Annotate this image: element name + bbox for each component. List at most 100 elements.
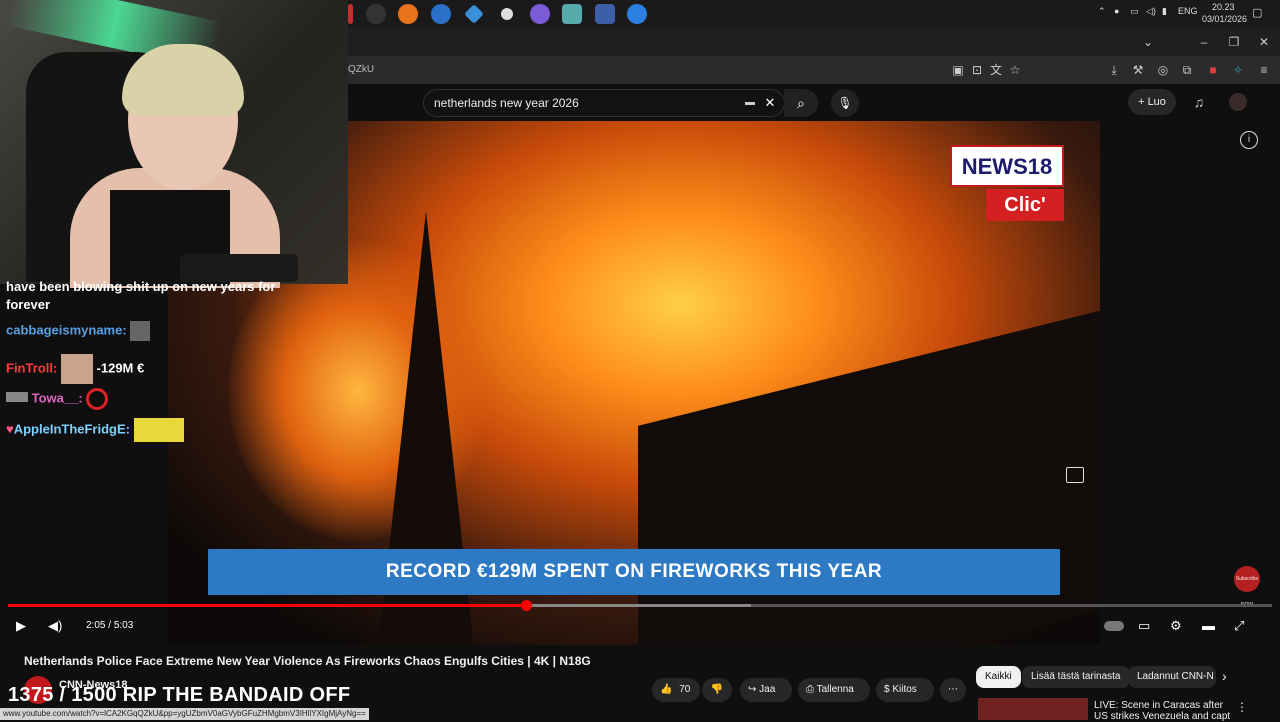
chat-text: -129M € bbox=[96, 360, 145, 376]
chat-user: Towa__: bbox=[31, 390, 83, 406]
chat-emote bbox=[133, 418, 184, 442]
minimize-icon[interactable]: – bbox=[1196, 34, 1212, 50]
progress-played bbox=[8, 604, 527, 607]
player-controls: ▶ ◀) 2:05 / 5:03 ▭ ⚙ ▬ ⤢ bbox=[0, 612, 1280, 642]
chip-more-story[interactable]: Lisää tästä tarinasta bbox=[1022, 666, 1130, 688]
download-icon[interactable]: ⤓ bbox=[1106, 62, 1122, 78]
extension-red-icon[interactable]: ■ bbox=[1205, 62, 1221, 78]
more-actions-icon[interactable]: ⋯ bbox=[940, 678, 966, 702]
chip-all[interactable]: Kaikki bbox=[976, 666, 1021, 688]
search-input[interactable]: netherlands new year 2026 ▬ ✕ bbox=[423, 89, 785, 117]
like-button[interactable]: 👍 70 bbox=[652, 678, 700, 702]
app-icon[interactable] bbox=[348, 4, 353, 24]
firefox-active-icon[interactable] bbox=[627, 4, 647, 24]
extension-blue-icon[interactable]: ✧ bbox=[1230, 62, 1246, 78]
tools-icon[interactable]: ⚒ bbox=[1130, 62, 1146, 78]
progress-bar[interactable] bbox=[8, 600, 1272, 611]
settings-gear-icon[interactable]: ⚙ bbox=[1170, 618, 1182, 634]
chat-user: AppleInTheFridgE: bbox=[13, 421, 130, 437]
save-button[interactable]: ⎙ Tallenna bbox=[798, 678, 870, 702]
play-icon[interactable]: ▶ bbox=[16, 618, 26, 634]
shield-icon[interactable] bbox=[501, 8, 513, 20]
volume-icon[interactable]: ◀) bbox=[48, 618, 62, 634]
chat-emote bbox=[130, 321, 151, 341]
clock-time[interactable]: 20.23 bbox=[1212, 2, 1235, 12]
url-text[interactable]: QZkU bbox=[348, 64, 374, 75]
avatar[interactable] bbox=[1229, 93, 1247, 111]
chat-message-2: cabbageismyname: bbox=[6, 321, 151, 341]
streamer-webcam bbox=[0, 0, 348, 288]
info-icon[interactable]: i bbox=[1240, 131, 1258, 149]
chat-message-4: Towa__: bbox=[6, 388, 109, 410]
video-caption: RECORD €129M SPENT ON FIREWORKS THIS YEA… bbox=[208, 549, 1060, 595]
notification-icon[interactable]: ▢ bbox=[1252, 6, 1262, 19]
thumbs-down-icon: 👎 bbox=[710, 684, 724, 695]
picture-in-picture-icon[interactable]: ▣ bbox=[950, 62, 966, 78]
keyboard-icon[interactable]: ▬ bbox=[742, 95, 758, 111]
voice-search-button[interactable]: 🎙 bbox=[831, 89, 859, 117]
miniplayer-icon[interactable] bbox=[1066, 467, 1084, 483]
screenshot-icon[interactable]: ⊡ bbox=[969, 62, 985, 78]
dislike-button[interactable]: 👎 bbox=[702, 678, 732, 702]
clock-date[interactable]: 03/01/2026 bbox=[1202, 14, 1247, 24]
search-query[interactable]: netherlands new year 2026 bbox=[434, 96, 579, 110]
clear-search-icon[interactable]: ✕ bbox=[762, 95, 778, 111]
recommendation-thumbnail[interactable] bbox=[978, 698, 1088, 720]
save-icon: ⎙ bbox=[806, 684, 814, 695]
chrome-icon[interactable] bbox=[366, 4, 386, 24]
search-button[interactable]: ⌕ bbox=[784, 89, 818, 117]
time-current: 2:05 bbox=[86, 620, 106, 631]
chevron-up-icon[interactable]: ⌃ bbox=[1098, 6, 1106, 17]
chip-uploaded-by[interactable]: Ladannut CNN-N bbox=[1128, 666, 1216, 688]
chat-user: cabbageismyname: bbox=[6, 322, 127, 338]
share-icon: ↪ bbox=[748, 684, 757, 695]
discord-icon[interactable] bbox=[530, 4, 550, 24]
like-count: 70 bbox=[679, 684, 691, 695]
autoplay-toggle[interactable] bbox=[1104, 621, 1124, 631]
language-indicator[interactable]: ENG bbox=[1178, 6, 1198, 16]
monitor-icon[interactable] bbox=[595, 4, 615, 24]
close-window-icon[interactable]: ✕ bbox=[1256, 34, 1272, 50]
recommendation-menu-icon[interactable]: ⋮ bbox=[1236, 700, 1248, 714]
subscribe-watermark[interactable]: Subscribe NOW bbox=[1234, 566, 1260, 608]
bookmark-star-icon[interactable]: ☆ bbox=[1007, 62, 1023, 78]
restore-icon[interactable]: ❐ bbox=[1226, 34, 1242, 50]
subtitles-icon[interactable]: ▭ bbox=[1138, 618, 1150, 634]
thanks-button[interactable]: $ Kiitos bbox=[876, 678, 934, 702]
news18-logo-bottom: Clic' bbox=[986, 189, 1064, 221]
recommendation-title[interactable]: LIVE: Scene in Caracas after US strikes … bbox=[1094, 700, 1234, 722]
chips-next-chevron-icon[interactable]: › bbox=[1222, 668, 1227, 684]
browser-status-url: www.youtube.com/watch?v=lCA2KGqQZkU&pp=y… bbox=[0, 708, 369, 720]
save-label: Tallenna bbox=[816, 684, 854, 695]
ccleaner-icon[interactable] bbox=[431, 4, 451, 24]
thanks-icon: $ bbox=[884, 684, 890, 695]
heart-badge-icon: ♥ bbox=[6, 421, 14, 437]
chat-badges bbox=[6, 392, 28, 403]
tab-list-chevron-icon[interactable]: ⌄ bbox=[1140, 34, 1156, 50]
menu-icon[interactable]: ≡ bbox=[1256, 62, 1272, 78]
extensions-icon[interactable]: ⧉ bbox=[1179, 62, 1195, 78]
account-icon[interactable]: ◎ bbox=[1155, 62, 1171, 78]
diamond-icon[interactable] bbox=[464, 4, 484, 24]
chat-emote bbox=[86, 388, 109, 410]
firefox-icon[interactable] bbox=[398, 4, 418, 24]
create-button[interactable]: + Luo bbox=[1128, 89, 1176, 115]
notes-icon[interactable] bbox=[562, 4, 582, 24]
thumbs-up-icon: 👍 bbox=[660, 684, 673, 695]
microphone-icon[interactable]: ● bbox=[1114, 6, 1119, 16]
translate-icon[interactable]: 文 bbox=[988, 62, 1004, 78]
time-total: 5:03 bbox=[113, 620, 134, 631]
theater-mode-icon[interactable]: ▬ bbox=[1202, 618, 1215, 633]
time-separator: / bbox=[108, 620, 112, 631]
chat-message-3: FinTroll: -129M € bbox=[6, 354, 144, 384]
create-label: Luo bbox=[1147, 96, 1166, 108]
volume-icon[interactable]: ◁) bbox=[1146, 6, 1156, 17]
chat-text: have been blowing shit up on new years f… bbox=[6, 279, 276, 312]
fullscreen-icon[interactable]: ⤢ bbox=[1234, 618, 1244, 634]
time-display: 2:05 / 5:03 bbox=[86, 620, 133, 631]
network-icon[interactable]: ▭ bbox=[1130, 6, 1139, 17]
news18-logo-top: NEWS18 bbox=[950, 145, 1064, 187]
notifications-bell-icon[interactable]: ♫ bbox=[1191, 94, 1207, 110]
battery-icon[interactable]: ▮ bbox=[1162, 6, 1167, 17]
share-button[interactable]: ↪ Jaa bbox=[740, 678, 792, 702]
